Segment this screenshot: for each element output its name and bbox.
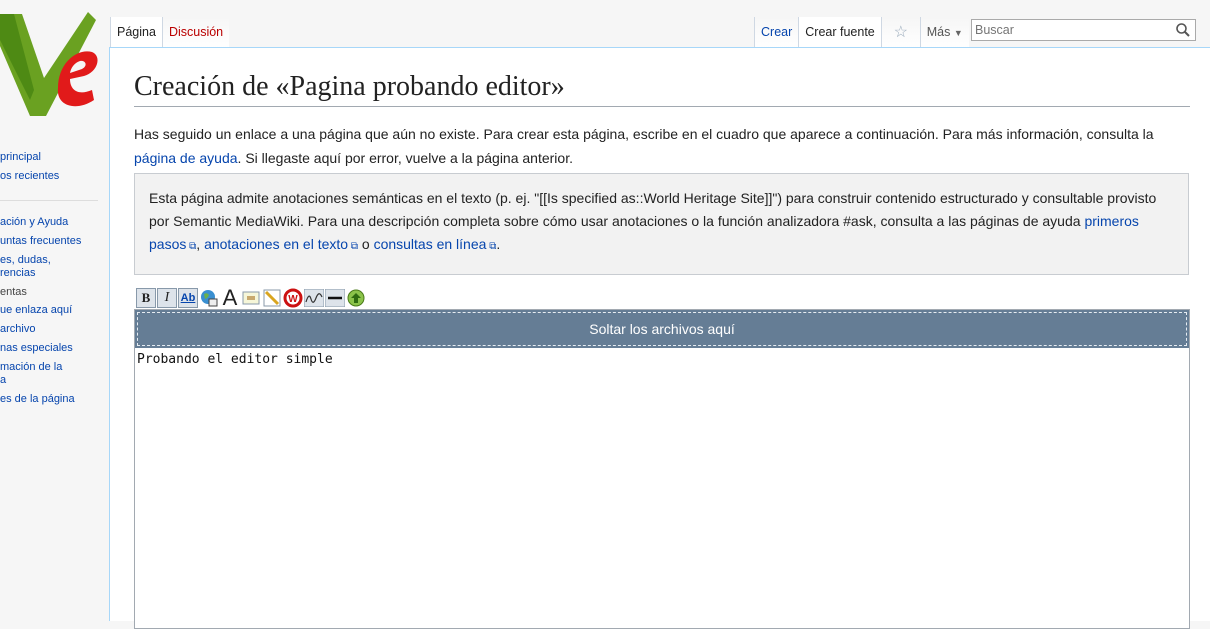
sidebar-item-suggestions[interactable]: es, dudas, rencias xyxy=(0,251,108,283)
external-link-icon: ⧉ xyxy=(348,241,358,252)
italic-button[interactable]: I xyxy=(157,288,177,308)
more-menu-label: Más xyxy=(926,25,951,39)
sidebar-item-what-links-here[interactable]: ue enlaza aquí xyxy=(0,301,108,320)
file-dropzone[interactable]: Soltar los archivos aquí xyxy=(135,310,1189,348)
upload-arrow-icon[interactable] xyxy=(346,288,366,308)
media-file-icon[interactable] xyxy=(262,288,282,308)
smw-notice-box: Esta página admite anotaciones semántica… xyxy=(134,173,1189,275)
site-logo[interactable] xyxy=(0,0,110,130)
sidebar-item-special-pages[interactable]: nas especiales xyxy=(0,339,108,358)
no-wiki-icon[interactable]: W xyxy=(283,288,303,308)
headline-button-label: A xyxy=(222,285,238,310)
editor-content[interactable]: Probando el editor simple xyxy=(135,348,1189,371)
watch-star-icon[interactable]: ☆ xyxy=(880,17,920,48)
internal-link-button[interactable]: Ab xyxy=(178,288,198,308)
smw-notice-text: Esta página admite anotaciones semántica… xyxy=(149,190,1157,229)
headline-button[interactable]: A xyxy=(220,285,240,310)
image-icon[interactable] xyxy=(241,288,261,308)
search-box xyxy=(971,19,1196,41)
inline-queries-link[interactable]: consultas en línea xyxy=(374,236,487,252)
tab-create-source[interactable]: Crear fuente xyxy=(798,17,881,48)
external-link-icon: ⧉ xyxy=(186,241,197,252)
edit-toolbar: B I Ab A W xyxy=(136,285,366,310)
internal-link-button-label: Ab xyxy=(180,292,196,304)
sidebar-item-main-page[interactable]: principal xyxy=(0,148,108,167)
sidebar: principal os recientes ación y Ayuda unt… xyxy=(0,140,108,409)
sidebar-item-page-info[interactable]: mación de la a xyxy=(0,358,108,390)
bold-button[interactable]: B xyxy=(136,288,156,308)
signature-icon[interactable] xyxy=(304,288,324,308)
view-tabs: Crear Crear fuente ☆ Más ▼ xyxy=(754,17,969,48)
svg-text:W: W xyxy=(288,294,298,305)
intro-text-part: Has seguido un enlace a una página que a… xyxy=(134,126,1154,142)
sidebar-item-recent-changes[interactable]: os recientes xyxy=(0,167,108,186)
external-link-icon: ⧉ xyxy=(486,241,497,252)
content-area: Creación de «Pagina probando editor» Has… xyxy=(109,47,1210,629)
more-menu[interactable]: Más ▼ xyxy=(919,17,969,48)
namespace-tabs: Página Discusión xyxy=(110,17,230,48)
sidebar-tools-heading: entas xyxy=(0,286,27,298)
smw-notice-sep: , xyxy=(196,236,205,252)
help-page-link[interactable]: página de ayuda xyxy=(134,150,238,166)
page-title: Creación de «Pagina probando editor» xyxy=(134,68,1190,107)
sidebar-item-faq[interactable]: untas frecuentes xyxy=(0,232,108,251)
smw-notice-end: . xyxy=(496,236,501,252)
sidebar-item-help[interactable]: ación y Ayuda xyxy=(0,213,108,232)
smw-notice-sep: o xyxy=(357,236,374,252)
sidebar-divider xyxy=(0,200,98,201)
tab-page[interactable]: Página xyxy=(110,17,162,48)
external-link-globe-icon[interactable] xyxy=(199,288,219,308)
tab-discussion[interactable]: Discusión xyxy=(161,17,230,48)
search-icon[interactable] xyxy=(1175,22,1191,38)
horizontal-line-icon[interactable] xyxy=(325,288,345,308)
inline-annotations-link[interactable]: anotaciones en el texto xyxy=(204,236,348,252)
sidebar-item-upload-file[interactable]: archivo xyxy=(0,320,108,339)
dropzone-label: Soltar los archivos aquí xyxy=(137,312,1187,346)
chevron-down-icon: ▼ xyxy=(953,28,963,38)
italic-button-label: I xyxy=(164,290,170,305)
sidebar-item-page-properties[interactable]: es de la página xyxy=(0,390,108,409)
intro-text-part: . Si llegaste aquí por error, vuelve a l… xyxy=(237,150,573,166)
bold-button-label: B xyxy=(141,290,151,305)
edit-textarea[interactable]: Soltar los archivos aquí Probando el edi… xyxy=(134,309,1190,629)
search-input[interactable] xyxy=(972,20,1168,40)
tab-create[interactable]: Crear xyxy=(754,17,799,48)
intro-text: Has seguido un enlace a una página que a… xyxy=(134,122,1174,170)
